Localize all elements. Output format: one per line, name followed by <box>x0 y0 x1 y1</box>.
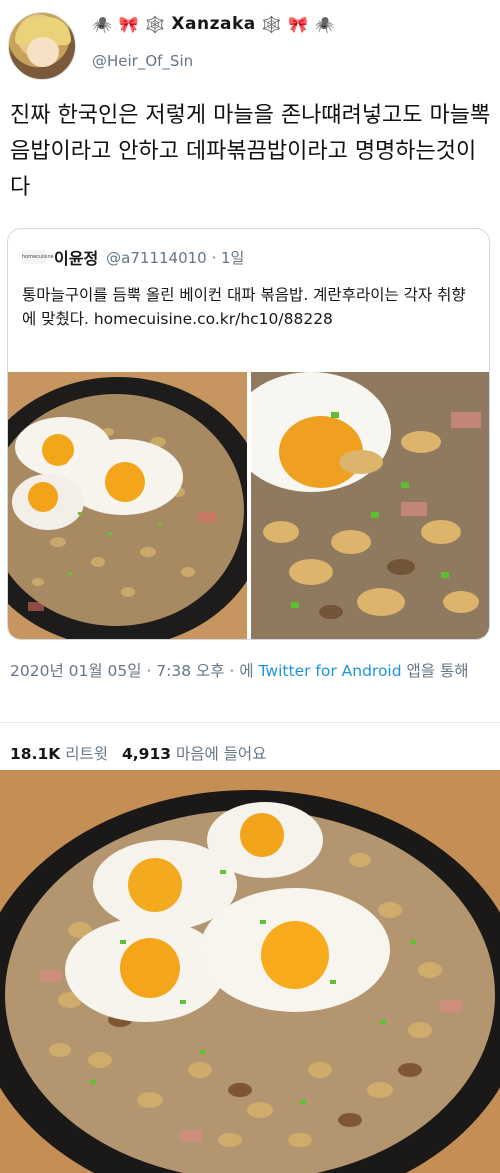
source-suffix: 앱을 통해 <box>401 662 469 680</box>
quoted-tweet-header: homecuisine 이윤정 @a71114010 · 1일 <box>22 245 244 269</box>
quoted-photo-1[interactable] <box>8 372 247 639</box>
retweets-count: 18.1K <box>10 745 61 763</box>
garlic-closeup-photo <box>251 372 489 639</box>
bottom-photo <box>0 770 500 1173</box>
timestamp[interactable]: 2020년 01월 05일 · 7:38 오후 · 에 <box>10 662 259 680</box>
display-name-text: Xanzaka <box>171 14 256 34</box>
retweets-label: 리트윗 <box>65 745 108 763</box>
quoted-display-name: 이윤정 <box>54 249 99 268</box>
source-link[interactable]: Twitter for Android <box>259 662 402 680</box>
fried-rice-bowl-large-photo <box>0 770 500 1173</box>
quoted-tweet[interactable]: homecuisine 이윤정 @a71114010 · 1일 통마늘구이를 듬… <box>7 228 490 640</box>
user-handle[interactable]: @Heir_Of_Sin <box>92 52 193 70</box>
tweet-stats: 18.1K 리트윗 4,913 마음에 들어요 <box>10 742 266 764</box>
retweets-stat[interactable]: 18.1K 리트윗 <box>10 742 108 764</box>
quoted-handle-time: @a71114010 · 1일 <box>106 248 245 267</box>
avatar-face <box>27 37 59 67</box>
quoted-avatar: homecuisine <box>22 250 54 264</box>
quoted-tweet-text: 통마늘구이를 듬뿍 올린 베이컨 대파 볶음밥. 계란후라이는 각자 취향에 맞… <box>22 286 466 328</box>
tweet-header: 🕷️ 🎀 🕸️ Xanzaka 🕸️ 🎀 🕷️ @Heir_Of_Sin <box>0 0 500 90</box>
likes-stat[interactable]: 4,913 마음에 들어요 <box>122 742 266 764</box>
tweet-text: 진짜 한국인은 저렇게 마늘을 존나떄려넣고도 마늘뽁음밥이라고 안하고 데파볶… <box>10 103 491 200</box>
spider-decoration-left: 🕷️ 🎀 🕸️ <box>92 14 166 34</box>
fried-rice-bowl-photo <box>8 372 247 639</box>
display-name[interactable]: 🕷️ 🎀 🕸️ Xanzaka 🕸️ 🎀 🕷️ <box>92 14 335 34</box>
quoted-photo-2[interactable] <box>251 372 489 639</box>
spider-decoration-right: 🕸️ 🎀 🕷️ <box>261 14 336 34</box>
divider <box>0 722 500 723</box>
likes-count: 4,913 <box>121 745 172 763</box>
tweet-meta: 2020년 01월 05일 · 7:38 오후 · 에 Twitter for … <box>10 658 492 684</box>
avatar[interactable] <box>8 12 76 80</box>
likes-label: 마음에 들어요 <box>175 745 267 763</box>
